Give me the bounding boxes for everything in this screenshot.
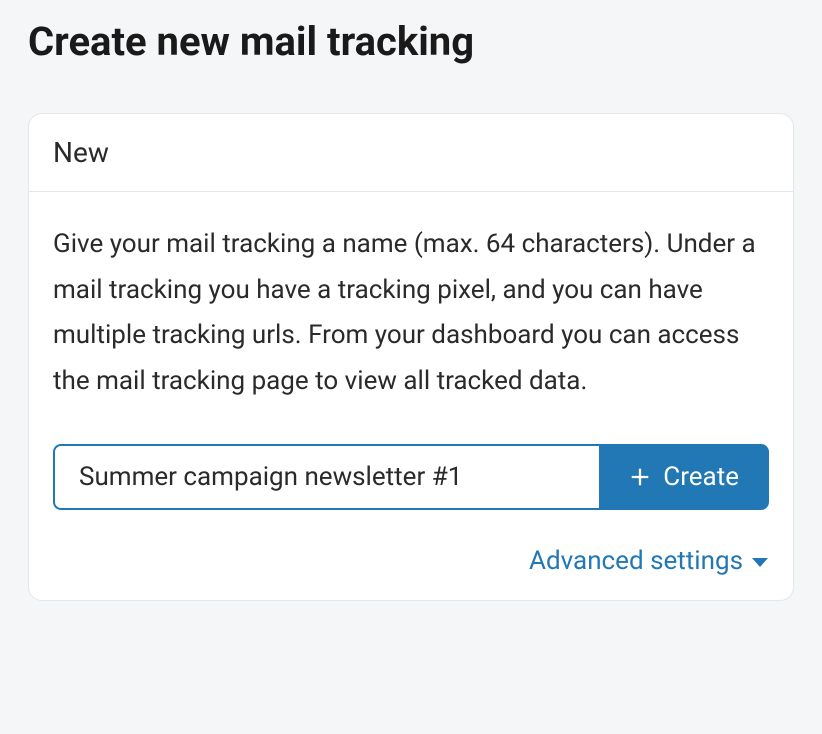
tracking-name-input[interactable] — [53, 444, 599, 510]
plus-icon — [629, 466, 651, 488]
new-tracking-card: New Give your mail tracking a name (max.… — [28, 113, 794, 601]
card-body: Give your mail tracking a name (max. 64 … — [29, 192, 793, 600]
create-button-label: Create — [663, 462, 739, 492]
caret-down-icon — [751, 546, 769, 576]
advanced-settings-link[interactable]: Advanced settings — [529, 546, 769, 576]
page-title: Create new mail tracking — [28, 18, 794, 65]
input-row: Create — [53, 444, 769, 510]
advanced-settings-label: Advanced settings — [529, 546, 743, 576]
card-header: New — [29, 114, 793, 192]
card-header-title: New — [53, 136, 769, 169]
create-button[interactable]: Create — [599, 444, 769, 510]
tracking-description: Give your mail tracking a name (max. 64 … — [53, 222, 769, 404]
advanced-row: Advanced settings — [53, 546, 769, 576]
